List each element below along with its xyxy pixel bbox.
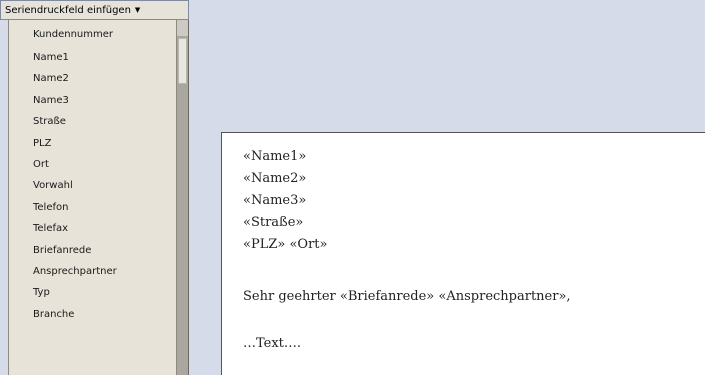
scrollbar-thumb[interactable] [178,38,187,84]
merge-field-item-strasse[interactable]: Straße [9,111,177,132]
merge-field-item-ort[interactable]: Ort [9,154,177,175]
doc-line-salutation: Sehr geehrter «Briefanrede» «Ansprechpar… [243,289,571,304]
document-page[interactable]: «Name1» «Name2» «Name3» «Straße» «PLZ» «… [221,132,705,375]
doc-line-text: …Text…. [243,336,302,351]
merge-field-item-branche[interactable]: Branche [9,304,177,325]
scroll-up-button[interactable] [177,20,188,36]
doc-line-name2: «Name2» [243,171,307,186]
merge-field-item-name3[interactable]: Name3 [9,90,177,111]
merge-field-list: Kundennummer Name1 Name2 Name3 Straße PL… [9,20,177,325]
merge-field-item-typ[interactable]: Typ [9,282,177,303]
merge-field-item-kundennummer[interactable]: Kundennummer [9,20,177,47]
dropdown-scrollbar[interactable] [176,20,188,375]
chevron-down-icon: ▼ [134,6,141,14]
merge-field-item-telefon[interactable]: Telefon [9,197,177,218]
doc-line-name3: «Name3» [243,193,307,208]
merge-field-item-telefax[interactable]: Telefax [9,218,177,239]
doc-line-name1: «Name1» [243,149,307,164]
doc-line-strasse: «Straße» [243,215,304,230]
merge-field-dropdown-menu: Kundennummer Name1 Name2 Name3 Straße PL… [8,20,189,375]
merge-field-item-plz[interactable]: PLZ [9,133,177,154]
insert-merge-field-label: Seriendruckfeld einfügen [5,4,131,16]
merge-field-item-name2[interactable]: Name2 [9,68,177,89]
merge-field-item-name1[interactable]: Name1 [9,47,177,68]
merge-field-item-vorwahl[interactable]: Vorwahl [9,175,177,196]
doc-line-plz-ort: «PLZ» «Ort» [243,237,328,252]
insert-merge-field-button[interactable]: Seriendruckfeld einfügen ▼ [0,0,189,20]
merge-field-item-ansprechpartner[interactable]: Ansprechpartner [9,261,177,282]
merge-field-item-briefanrede[interactable]: Briefanrede [9,240,177,261]
